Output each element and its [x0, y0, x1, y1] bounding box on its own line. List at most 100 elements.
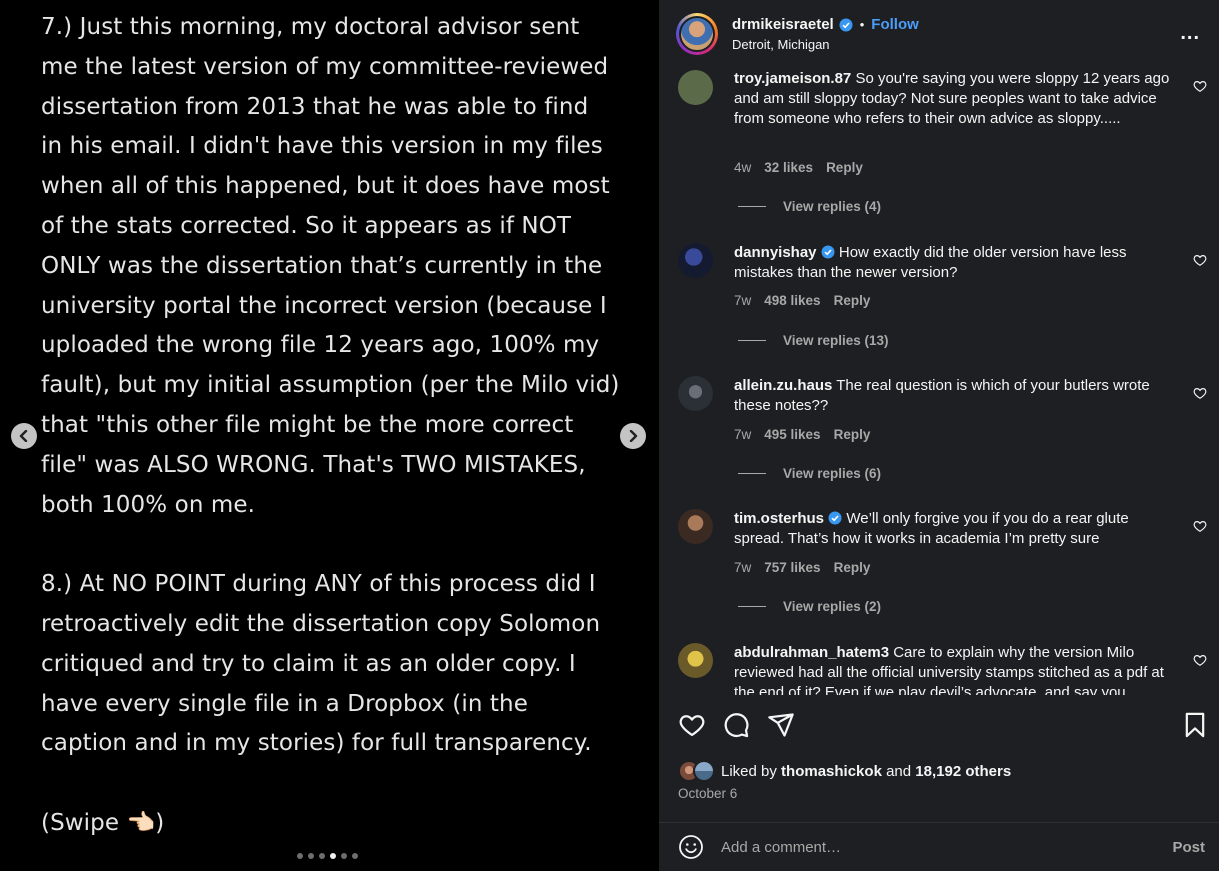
slide-text-line: uploaded the wrong file 12 years ago, 10… — [41, 332, 600, 359]
post-date: October 6 — [678, 786, 738, 801]
liker-avatar — [693, 760, 715, 782]
slide-text-line: file" was ALSO WRONG. That's TWO MISTAKE… — [41, 451, 586, 478]
like-heart-icon[interactable] — [678, 711, 706, 739]
likes-text: Liked by thomashickok and 18,192 others — [721, 763, 1011, 780]
comment-meta: 7w 498 likes Reply — [734, 293, 870, 308]
commenter-avatar[interactable] — [678, 376, 713, 411]
comment-likes[interactable]: 757 likes — [764, 560, 820, 575]
comment-likes[interactable]: 495 likes — [764, 427, 820, 442]
view-replies-button[interactable]: View replies (2) — [738, 599, 881, 614]
slide-swipe-note: (Swipe 👈🏻) — [41, 809, 165, 836]
comment-meta: 4w 32 likes Reply — [734, 160, 863, 175]
post-header: drmikeisraetel • Follow Detroit, Michiga… — [659, 0, 1219, 68]
slide-text: 7.) Just this morning, my doctoral advis… — [41, 8, 641, 844]
carousel-dot — [308, 853, 314, 859]
share-send-icon[interactable] — [767, 711, 795, 739]
comment-likes[interactable]: 498 likes — [764, 293, 820, 308]
comment-text: allein.zu.haus The real question is whic… — [734, 376, 1174, 416]
comment-meta: 7w 495 likes Reply — [734, 427, 870, 442]
commenter-avatar[interactable] — [678, 509, 713, 544]
reply-button[interactable]: Reply — [834, 293, 871, 308]
like-comment-icon[interactable] — [1193, 386, 1207, 400]
verified-badge-icon — [839, 18, 853, 31]
comment-meta: 7w 757 likes Reply — [734, 560, 870, 575]
comment-age: 4w — [734, 160, 752, 175]
comment-text: dannyishay How exactly did the older ver… — [734, 243, 1174, 283]
slide-text-line: ONLY was the dissertation that’s current… — [41, 252, 603, 279]
save-bookmark-icon[interactable] — [1181, 711, 1209, 739]
author-username[interactable]: drmikeisraetel — [732, 16, 834, 33]
comment-text: troy.jameison.87 So you're saying you we… — [734, 69, 1174, 129]
slide-text-line: 8.) At NO POINT during ANY of this proce… — [41, 571, 596, 598]
likes-and: and — [886, 762, 912, 780]
comment-input[interactable] — [721, 838, 1141, 856]
author-avatar-image — [679, 16, 715, 52]
slide-text-line: fault), but my initial assumption (per t… — [41, 372, 620, 399]
likes-others-count[interactable]: 18,192 others — [915, 763, 1011, 780]
post-actions — [659, 711, 1219, 743]
carousel-dot — [319, 853, 325, 859]
follow-button[interactable]: Follow — [871, 16, 919, 33]
comment-age: 7w — [734, 293, 752, 308]
like-comment-icon[interactable] — [1193, 653, 1207, 667]
view-replies-button[interactable]: View replies (4) — [738, 199, 881, 214]
comment-text: tim.osterhus We’ll only forgive you if y… — [734, 509, 1174, 549]
commenter-username[interactable]: abdulrahman_hatem3 — [734, 644, 889, 661]
verified-badge-icon — [821, 245, 835, 259]
commenter-avatar[interactable] — [678, 70, 713, 105]
reply-button[interactable]: Reply — [834, 427, 871, 442]
like-comment-icon[interactable] — [1193, 79, 1207, 93]
comment-age: 7w — [734, 560, 752, 575]
commenter-username[interactable]: troy.jameison.87 — [734, 70, 851, 87]
post-sidebar: drmikeisraetel • Follow Detroit, Michiga… — [659, 0, 1219, 871]
slide-text-line: dissertation from 2013 that he was able … — [41, 93, 589, 120]
comment-likes[interactable]: 32 likes — [764, 160, 813, 175]
slide-text-line: when all of this happened, but it does h… — [41, 173, 610, 200]
header-separator: • — [859, 17, 865, 32]
slide-text-line: retroactively edit the dissertation copy… — [41, 610, 601, 637]
emoji-smile-icon[interactable] — [678, 834, 704, 860]
slide-text-line: have every single file in a Dropbox (in … — [41, 690, 528, 717]
comment-text: abdulrahman_hatem3 Care to explain why t… — [734, 643, 1174, 695]
commenter-username[interactable]: dannyishay — [734, 244, 817, 261]
slide-text-line: caption and in my stories) for full tran… — [41, 730, 592, 757]
liker-username[interactable]: thomashickok — [781, 763, 882, 780]
carousel-dot — [341, 853, 347, 859]
comment-age: 7w — [734, 427, 752, 442]
slide-text-line: of the stats corrected. So it appears as… — [41, 212, 572, 239]
verified-badge-icon — [828, 511, 842, 525]
comment-bubble-icon[interactable] — [722, 711, 750, 739]
reply-button[interactable]: Reply — [834, 560, 871, 575]
reply-button[interactable]: Reply — [826, 160, 863, 175]
commenter-username[interactable]: tim.osterhus — [734, 510, 824, 527]
commenter-avatar[interactable] — [678, 643, 713, 678]
comments-list[interactable]: troy.jameison.87 So you're saying you we… — [659, 68, 1219, 695]
commenter-avatar[interactable] — [678, 243, 713, 278]
add-comment-bar: Post — [659, 822, 1219, 871]
chevron-right-icon — [629, 430, 638, 442]
likes-prefix: Liked by — [721, 762, 777, 780]
carousel-dot — [297, 853, 303, 859]
previous-slide-button[interactable] — [11, 423, 37, 449]
slide-text-line: in his email. I didn't have this version… — [41, 133, 603, 160]
slide-text-line: that "this other file might be the more … — [41, 411, 574, 438]
chevron-left-icon — [19, 430, 28, 442]
like-comment-icon[interactable] — [1193, 519, 1207, 533]
post-media: 7.) Just this morning, my doctoral advis… — [0, 0, 659, 871]
slide-text-line: university portal the incorrect version … — [41, 292, 607, 319]
slide-text-line: 7.) Just this morning, my doctoral advis… — [41, 14, 580, 40]
slide-text-line: me the latest version of my committee-re… — [41, 53, 609, 80]
view-replies-button[interactable]: View replies (13) — [738, 333, 889, 348]
post-comment-button[interactable]: Post — [1172, 839, 1205, 856]
carousel-dot — [330, 853, 336, 859]
like-comment-icon[interactable] — [1193, 253, 1207, 267]
author-avatar[interactable] — [676, 13, 718, 55]
more-options-icon[interactable]: ... — [1180, 22, 1200, 45]
slide-text-line: critiqued and try to claim it as an olde… — [41, 650, 576, 677]
view-replies-button[interactable]: View replies (6) — [738, 466, 881, 481]
commenter-username[interactable]: allein.zu.haus — [734, 377, 832, 394]
slide-paragraph-8: 8.) At NO POINT during ANY of this proce… — [41, 565, 641, 764]
slide-text-line: both 100% on me. — [41, 491, 256, 518]
next-slide-button[interactable] — [620, 423, 646, 449]
post-location[interactable]: Detroit, Michigan — [732, 37, 919, 52]
